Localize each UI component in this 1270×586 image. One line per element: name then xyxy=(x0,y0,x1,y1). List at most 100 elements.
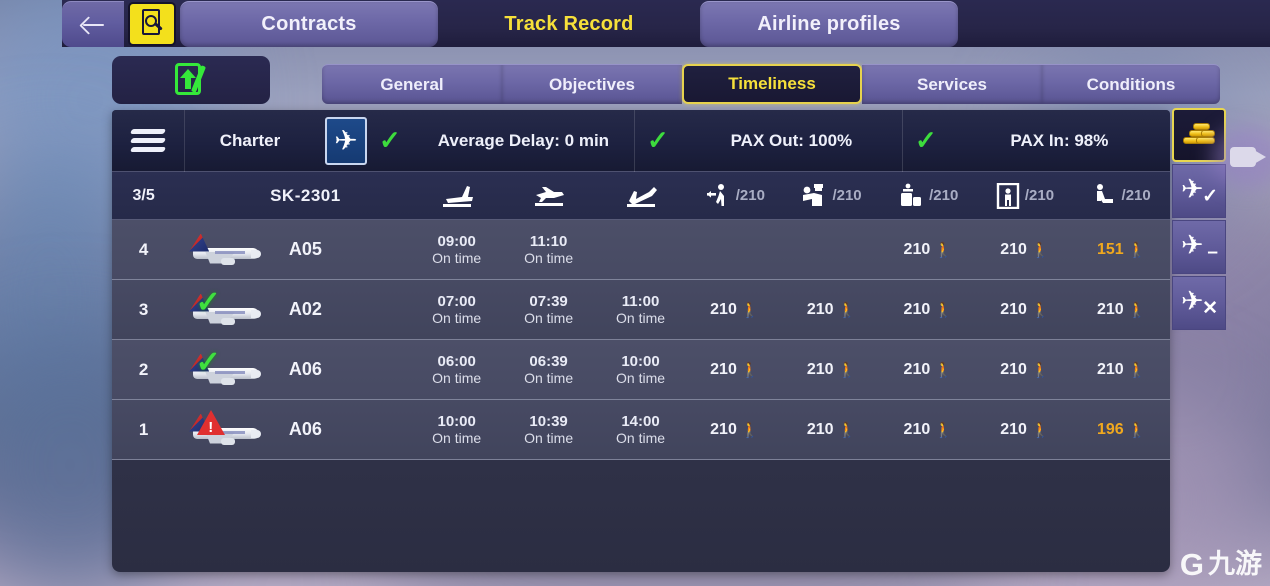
pax-count-value: 210 xyxy=(1096,300,1124,318)
top-navigation-bar: Contracts Track Record Airline profiles xyxy=(0,0,1270,48)
scheduled-time: 07:00 xyxy=(437,292,476,310)
back-button[interactable] xyxy=(62,1,124,47)
filter-pending-flights-button[interactable]: ✈ – xyxy=(1172,220,1226,274)
status-ok-icon: ✓ xyxy=(195,285,221,319)
column-pax-checkin: /210 xyxy=(783,183,880,209)
table-row[interactable]: 1! A06 10:00 On time 10:39 On time 14:00 On tim… xyxy=(112,400,1170,460)
plane-cancel-icon: ✈ ✕ xyxy=(1181,286,1218,319)
pax-person-icon: 🚶 xyxy=(1127,241,1147,259)
tab-objectives[interactable]: Objectives xyxy=(502,64,682,104)
table-row[interactable]: 4 A05 09:00 On time 11:10 On time 210 🚶 210 🚶 151 🚶 xyxy=(112,220,1170,280)
divider xyxy=(634,110,635,172)
tab-contracts[interactable]: Contracts xyxy=(180,1,438,47)
aircraft-thumbnail: ✓ xyxy=(175,280,262,340)
pax-person-icon: 🚶 xyxy=(740,361,760,379)
pax-count-value: 151 xyxy=(1096,240,1124,258)
time-status: On time xyxy=(432,430,482,447)
contract-search-button[interactable] xyxy=(128,2,176,46)
tab-track-record[interactable]: Track Record xyxy=(440,1,698,47)
status-check-icon-3: ✓ xyxy=(915,125,937,155)
time-cell-1: 10:00 On time xyxy=(411,413,503,446)
gate-label: A06 xyxy=(288,419,322,439)
time-cell-3: 14:00 On time xyxy=(595,413,687,446)
pax-person-icon: 🚶 xyxy=(740,421,760,439)
pax-count-value: 210 xyxy=(1000,420,1027,438)
camera-button[interactable] xyxy=(1212,126,1270,188)
row-index: 2 xyxy=(138,359,149,379)
pax-person-icon: 🚶 xyxy=(837,421,857,439)
watermark: G 九游 xyxy=(1180,549,1262,580)
pax-count-value: 210 xyxy=(710,300,737,318)
pax-count-cell-3: 210 🚶 xyxy=(880,361,977,379)
pax-person-icon: 🚶 xyxy=(1030,361,1050,379)
pax-person-icon: 🚶 xyxy=(1127,301,1147,319)
time-cell-2: 07:39 On time xyxy=(503,293,595,326)
aircraft-thumbnail: ✓ xyxy=(175,340,262,400)
pax-count-cell-2: 210 🚶 xyxy=(783,301,880,319)
tab-conditions[interactable]: Conditions xyxy=(1042,64,1220,104)
time-status: On time xyxy=(432,250,482,267)
airplane-icon xyxy=(179,233,262,268)
time-status: On time xyxy=(616,370,666,387)
panel-empty-area xyxy=(112,460,1170,560)
hamburger-icon xyxy=(129,128,167,154)
pax-person-icon: 🚶 xyxy=(934,361,953,379)
scheduled-time: 14:00 xyxy=(621,412,660,430)
table-column-header: 3/5 SK-2301 /210 /210 /210 /210 /210 xyxy=(112,172,1170,220)
table-row[interactable]: 3 ✓ A02 07:00 On time 07:39 On time 11:00 On tim… xyxy=(112,280,1170,340)
pax-count-cell-3: 210 🚶 xyxy=(880,241,977,259)
contract-menu-button[interactable] xyxy=(112,128,184,154)
contract-summary-row: Charter ✈ ✓ Average Delay: 0 min ✓ PAX O… xyxy=(112,110,1170,172)
pax-count-cell-3: 210 🚶 xyxy=(880,301,977,319)
pax-person-icon: 🚶 xyxy=(934,241,953,259)
scheduled-time: 11:10 xyxy=(529,232,568,250)
filter-cancelled-flights-button[interactable]: ✈ ✕ xyxy=(1172,276,1226,330)
pax-count-cell-1: 210 🚶 xyxy=(686,301,783,319)
tab-timeliness-label: Timeliness xyxy=(728,74,816,93)
scheduled-time: 10:00 xyxy=(437,412,476,430)
pax-count-cell-3: 210 🚶 xyxy=(880,421,977,439)
pax-person-icon: 🚶 xyxy=(1030,301,1050,319)
tab-timeliness[interactable]: Timeliness xyxy=(682,64,862,104)
track-record-panel: Charter ✈ ✓ Average Delay: 0 min ✓ PAX O… xyxy=(112,110,1170,572)
aircraft-badge-icon[interactable]: ✈ xyxy=(325,116,367,165)
tab-services[interactable]: Services xyxy=(862,64,1042,104)
filter-sidebar: ✈ ✓ ✈ – ✈ ✕ xyxy=(1172,108,1226,332)
camera-icon xyxy=(1230,147,1256,167)
pax-person-icon: 🚶 xyxy=(837,301,857,319)
time-status: On time xyxy=(524,310,574,327)
scheduled-time: 07:39 xyxy=(529,292,568,310)
tab-general-label: General xyxy=(380,74,444,94)
watermark-logo: G xyxy=(1179,547,1204,582)
tab-airline-profiles[interactable]: Airline profiles xyxy=(700,1,958,47)
pax-count-value: 210 xyxy=(903,300,931,318)
arrow-left-icon xyxy=(80,14,106,36)
pax-count-cell-4: 210 🚶 xyxy=(977,361,1074,379)
pax-count-value: 210 xyxy=(903,420,931,438)
time-status: On time xyxy=(432,370,482,387)
tab-general[interactable]: General xyxy=(322,64,502,104)
aircraft-thumbnail: ! xyxy=(175,400,262,460)
time-cell-2: 06:39 On time xyxy=(503,353,595,386)
pax-count-cell-5: 210 🚶 xyxy=(1073,361,1170,379)
tab-conditions-label: Conditions xyxy=(1086,74,1176,94)
time-status: On time xyxy=(616,310,666,327)
pax-person-icon: 🚶 xyxy=(1127,361,1147,379)
progress-counter: 3/5 xyxy=(132,186,155,204)
flight-rows-container: 4 A05 09:00 On time 11:10 On time 210 🚶 210 🚶 151 🚶… xyxy=(112,220,1170,460)
column-departure-icon xyxy=(595,183,687,209)
time-cell-1: 07:00 On time xyxy=(411,293,503,326)
scheduled-time: 10:39 xyxy=(529,412,568,430)
pax-count-cell-5: 210 🚶 xyxy=(1073,301,1170,319)
table-row[interactable]: 2 ✓ A06 06:00 On time 06:39 On time 10:00 On tim… xyxy=(112,340,1170,400)
time-status: On time xyxy=(524,250,574,267)
pax-count-value: 210 xyxy=(1096,360,1124,378)
plane-minus-icon: ✈ – xyxy=(1181,230,1218,263)
new-contract-button[interactable] xyxy=(112,56,270,104)
time-status: On time xyxy=(616,430,666,447)
time-status: On time xyxy=(524,430,574,447)
tab-services-label: Services xyxy=(917,74,987,94)
time-cell-1: 06:00 On time xyxy=(411,353,503,386)
time-cell-3: 10:00 On time xyxy=(595,353,687,386)
pax-capacity-5: /210 xyxy=(1121,187,1151,204)
